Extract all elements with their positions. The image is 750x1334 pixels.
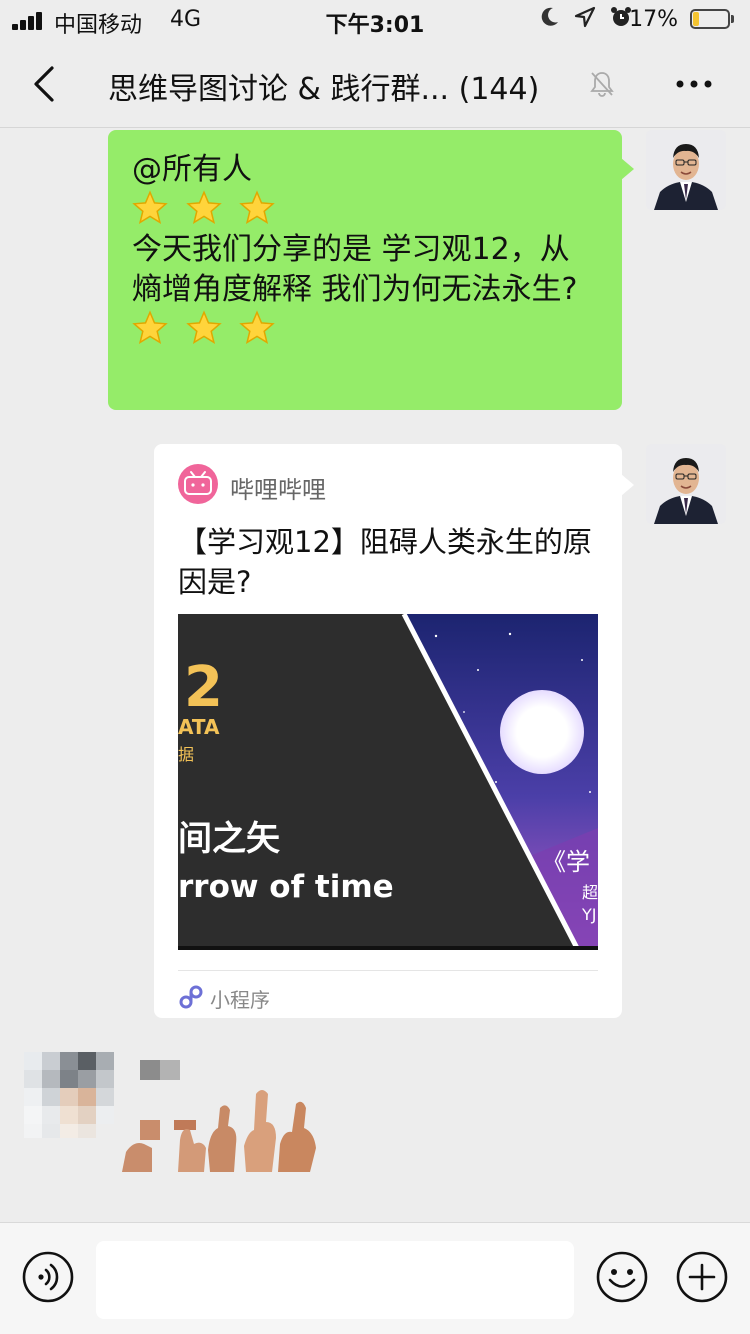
thumb-tag-2: 据: [178, 745, 194, 764]
bubble-tail: [621, 474, 634, 496]
mention-all: @所有人: [132, 152, 252, 187]
chat-header: 思维导图讨论 & 践行群... (144): [0, 40, 750, 128]
battery-percent: 17%: [629, 7, 678, 32]
user-avatar-photo: [646, 130, 726, 210]
thumb-tag-1: ATA: [178, 715, 220, 739]
thumb-side-text-2: 超: [582, 883, 598, 902]
do-not-disturb-moon-icon: [541, 7, 558, 26]
emoji-button[interactable]: [596, 1251, 648, 1303]
thumb-cn-title: 间之矢: [178, 819, 280, 859]
smiley-icon: [596, 1251, 648, 1303]
card-thumbnail: 2 ATA 据 间之矢 rrow of time 《学 超 YJ: [178, 614, 598, 950]
star-row-bottom: [132, 310, 598, 350]
message-input[interactable]: [96, 1241, 574, 1319]
voice-input-button[interactable]: [22, 1251, 74, 1303]
mini-program-card[interactable]: 哔哩哔哩 【学习观12】阻碍人类永生的原因是? 2 ATA 据 间之矢 rrow…: [154, 444, 634, 1018]
thumb-number: 2: [184, 655, 223, 720]
network-type: 4G: [170, 7, 202, 32]
user-avatar-photo: [646, 444, 726, 524]
battery-icon: [690, 9, 736, 31]
message-body: 今天我们分享的是 学习观12，从熵增角度解释 我们为何无法永生?: [132, 232, 578, 307]
signal-strength-icon: [12, 10, 48, 30]
bubble-tail: [621, 158, 634, 180]
avatar[interactable]: [646, 444, 726, 524]
thumb-side-text-3: YJ: [581, 905, 597, 924]
pixelated-avatar-and-thumbs-up-image: [24, 1052, 316, 1172]
chevron-left-icon: [34, 66, 54, 102]
star-icon: [185, 190, 222, 224]
thumb-en-title: rrow of time: [178, 869, 394, 905]
more-dots-icon: [676, 80, 712, 88]
carrier-label: 中国移动: [54, 13, 143, 38]
bilibili-logo-icon: [178, 464, 218, 504]
mute-bell-icon: [590, 72, 614, 97]
card-source-name: 哔哩哔哩: [230, 476, 326, 504]
star-icon: [132, 190, 168, 224]
more-functions-button[interactable]: [676, 1251, 728, 1303]
status-bar: 中国移动 4G 下午3:01 17%: [0, 0, 750, 40]
star-icon: [239, 190, 275, 224]
plus-circle-icon: [676, 1251, 728, 1303]
card-title: 【学习观12】阻碍人类永生的原因是?: [178, 525, 592, 599]
voice-icon: [22, 1251, 74, 1303]
message-bubble-text[interactable]: @所有人 今天我们分享的是 学习观12，从熵增角度解释 我们为何无法永生?: [108, 130, 634, 410]
blurred-incoming-message[interactable]: [24, 1052, 324, 1172]
back-button[interactable]: [22, 60, 66, 108]
group-title: 思维导图讨论 & 践行群... (144): [108, 72, 540, 107]
card-footer-label: 小程序: [210, 988, 270, 1012]
star-icon: [239, 310, 275, 344]
location-arrow-icon: [574, 6, 596, 28]
more-options-button[interactable]: [672, 64, 716, 104]
mini-program-icon: [179, 985, 203, 1009]
avatar[interactable]: [646, 130, 726, 210]
star-icon: [185, 310, 222, 344]
chat-input-bar: [0, 1222, 750, 1334]
card-divider: [178, 970, 598, 971]
thumb-side-text-1: 《学: [542, 848, 590, 876]
star-row-top: [132, 190, 598, 230]
star-icon: [132, 310, 168, 344]
